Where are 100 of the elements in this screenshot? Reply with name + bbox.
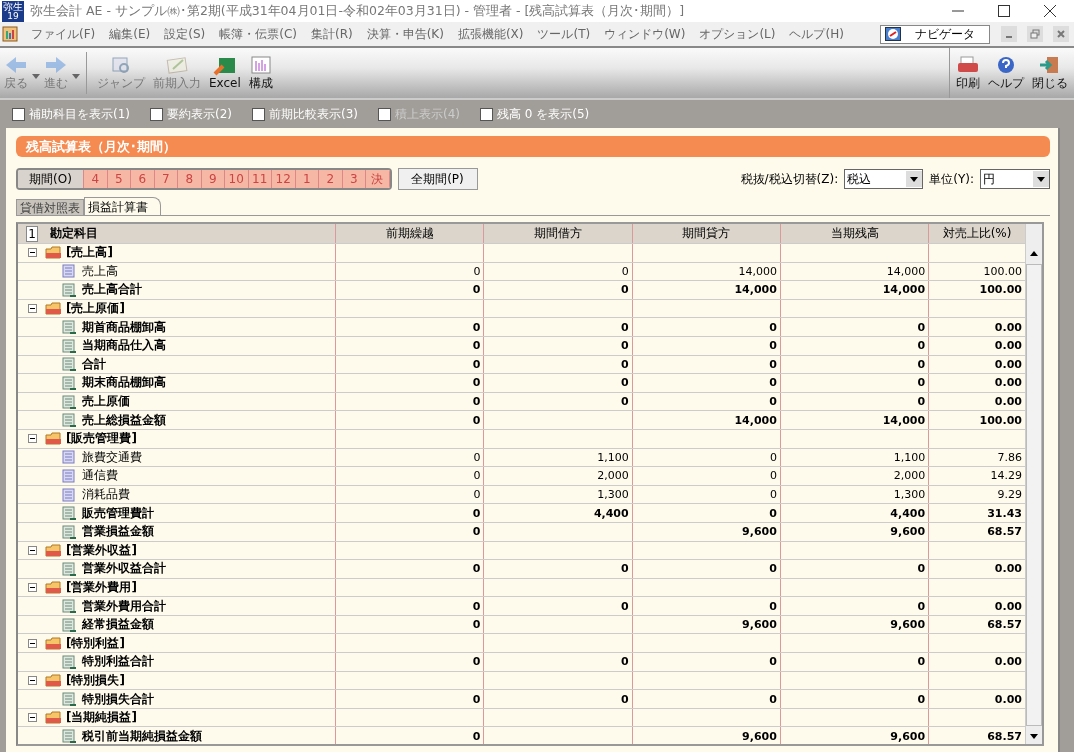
period-button[interactable]: 期間(O)	[18, 170, 84, 188]
menu-item[interactable]: ファイル(F)	[24, 25, 103, 43]
menu-item[interactable]: 編集(E)	[102, 25, 158, 43]
account-name[interactable]: 営業外費用合計	[82, 597, 166, 615]
table-cell: 1,100	[893, 450, 926, 464]
account-name[interactable]: 売上総損益金額	[82, 411, 166, 429]
table-cell: 0	[769, 488, 777, 501]
account-group[interactable]: [販売管理費]	[66, 430, 137, 448]
account-name[interactable]: 通信費	[82, 467, 118, 485]
account-name[interactable]: 売上高	[82, 262, 118, 280]
column-header[interactable]: 期間貸方	[632, 224, 781, 243]
column-header[interactable]: 期間借方	[484, 224, 633, 243]
table-cell: 0	[472, 376, 481, 390]
table-cell: 2,000	[597, 469, 629, 483]
account-name[interactable]: 特別利益合計	[82, 653, 154, 671]
menu-item[interactable]: 決算・申告(K)	[359, 25, 451, 43]
unit-label: 単位(Y):	[929, 170, 974, 188]
account-group[interactable]: [特別利益]	[66, 634, 125, 652]
table-cell: 68.57	[987, 525, 1022, 539]
table-cell: 0	[472, 599, 481, 613]
menu-item[interactable]: 設定(S)	[157, 25, 213, 43]
column-header[interactable]: 勘定科目	[50, 225, 98, 242]
app-logo: 弥生 19	[2, 0, 24, 22]
all-periods-button[interactable]: 全期間(P)	[397, 168, 478, 190]
account-name[interactable]: 旅費交通費	[82, 448, 142, 466]
table-cell: 0	[472, 525, 481, 539]
tab[interactable]: 損益計算書	[84, 197, 161, 215]
layout-button[interactable]: 構成	[244, 48, 277, 98]
account-name[interactable]: 期末商品棚卸高	[82, 374, 166, 392]
report-title: 残高試算表（月次･期間）	[26, 137, 176, 156]
excel-button[interactable]: Excel	[205, 48, 245, 98]
table-cell: 0	[769, 339, 777, 353]
menu-item[interactable]: オプション(L)	[692, 25, 783, 43]
table-cell: 0	[473, 264, 481, 278]
table-cell: 0	[769, 320, 777, 334]
table-cell: 0	[621, 655, 629, 669]
account-name[interactable]: 売上高合計	[82, 281, 142, 299]
column-header[interactable]: 対売上比(%)	[929, 224, 1025, 243]
table-cell: 2,000	[893, 469, 926, 483]
table-cell: 100.00	[979, 413, 1022, 427]
account-name[interactable]: 営業外収益合計	[82, 560, 166, 578]
table-cell: 0.00	[994, 395, 1022, 409]
table-cell: 0	[621, 376, 629, 390]
account-name[interactable]: 当期商品仕入高	[82, 337, 166, 355]
account-group[interactable]: [売上原価]	[66, 300, 125, 318]
table-cell: 0.00	[994, 599, 1022, 613]
account-group[interactable]: [営業外収益]	[66, 541, 137, 559]
table-cell: 0	[917, 376, 926, 390]
table-cell: 0.00	[994, 376, 1022, 390]
table-cell: 1,300	[597, 488, 629, 501]
account-name[interactable]: 経常損益金額	[82, 616, 154, 634]
menu-item[interactable]: 帳簿・伝票(C)	[212, 25, 304, 43]
help-button[interactable]: ヘルプ	[984, 48, 1028, 98]
table-cell: 14,000	[886, 264, 926, 278]
table-cell: 9,600	[890, 729, 926, 743]
table-cell: 4,400	[890, 506, 926, 520]
table-cell: 0	[473, 450, 481, 464]
table-cell: 9,600	[742, 729, 777, 743]
table-cell: 0	[917, 692, 926, 706]
table-cell: 0	[917, 339, 926, 353]
table-cell: 0	[769, 450, 777, 464]
account-name[interactable]: 消耗品費	[82, 486, 130, 503]
table-cell: 0	[621, 599, 629, 613]
account-name[interactable]: 合計	[82, 355, 106, 373]
table-cell: 0	[917, 395, 926, 409]
account-name[interactable]: 売上原価	[82, 393, 130, 411]
print-button[interactable]: 印刷	[952, 48, 984, 98]
column-header[interactable]: 前期繰越	[336, 224, 485, 243]
menu-item[interactable]: 拡張機能(X)	[450, 25, 531, 43]
account-name[interactable]: 期首商品棚卸高	[82, 318, 166, 336]
menu-item[interactable]: ヘルプ(H)	[782, 25, 851, 43]
table-cell: 0	[472, 506, 481, 520]
table-cell: 0	[769, 357, 777, 371]
table-cell: 14,000	[738, 264, 777, 278]
menu-item[interactable]: 集計(R)	[303, 25, 360, 43]
tab[interactable]: 貸借対照表	[16, 199, 84, 215]
account-name[interactable]: 特別損失合計	[82, 690, 154, 708]
tax-toggle-select[interactable]: 税込	[844, 169, 924, 189]
column-header[interactable]: 当期残高	[780, 224, 930, 243]
table-cell: 9,600	[742, 525, 777, 539]
account-group[interactable]: [当期純損益]	[66, 709, 137, 727]
table-cell: 0	[917, 320, 926, 334]
unit-select[interactable]: 円	[980, 169, 1050, 189]
navigator-button[interactable]: ナビゲータ	[880, 24, 990, 44]
table-cell: 0	[472, 729, 481, 743]
table-cell: 14.29	[990, 469, 1022, 483]
close-button[interactable]: 閉じる	[1028, 48, 1072, 98]
account-group[interactable]: [特別損失]	[66, 671, 125, 689]
table-cell: 0	[917, 357, 926, 371]
account-name[interactable]: 税引前当期純損益金額	[82, 727, 202, 744]
account-name[interactable]: 営業損益金額	[82, 523, 154, 541]
table-cell: 7.86	[997, 450, 1022, 464]
account-name[interactable]: 販売管理費計	[82, 504, 154, 522]
table-cell: 0	[917, 655, 926, 669]
table-cell: 0.00	[994, 320, 1022, 334]
menu-item[interactable]: ツール(T)	[530, 25, 598, 43]
account-group[interactable]: [売上高]	[66, 244, 113, 262]
account-group[interactable]: [営業外費用]	[66, 579, 137, 596]
menu-item[interactable]: ウィンドウ(W)	[597, 25, 693, 43]
window-title: 弥生会計 AE - サンプル㈱･第2期(平成31年04月01日-令和02年03月31日) - 管理者 - [残高試算表（月次･期間）]	[30, 2, 685, 20]
